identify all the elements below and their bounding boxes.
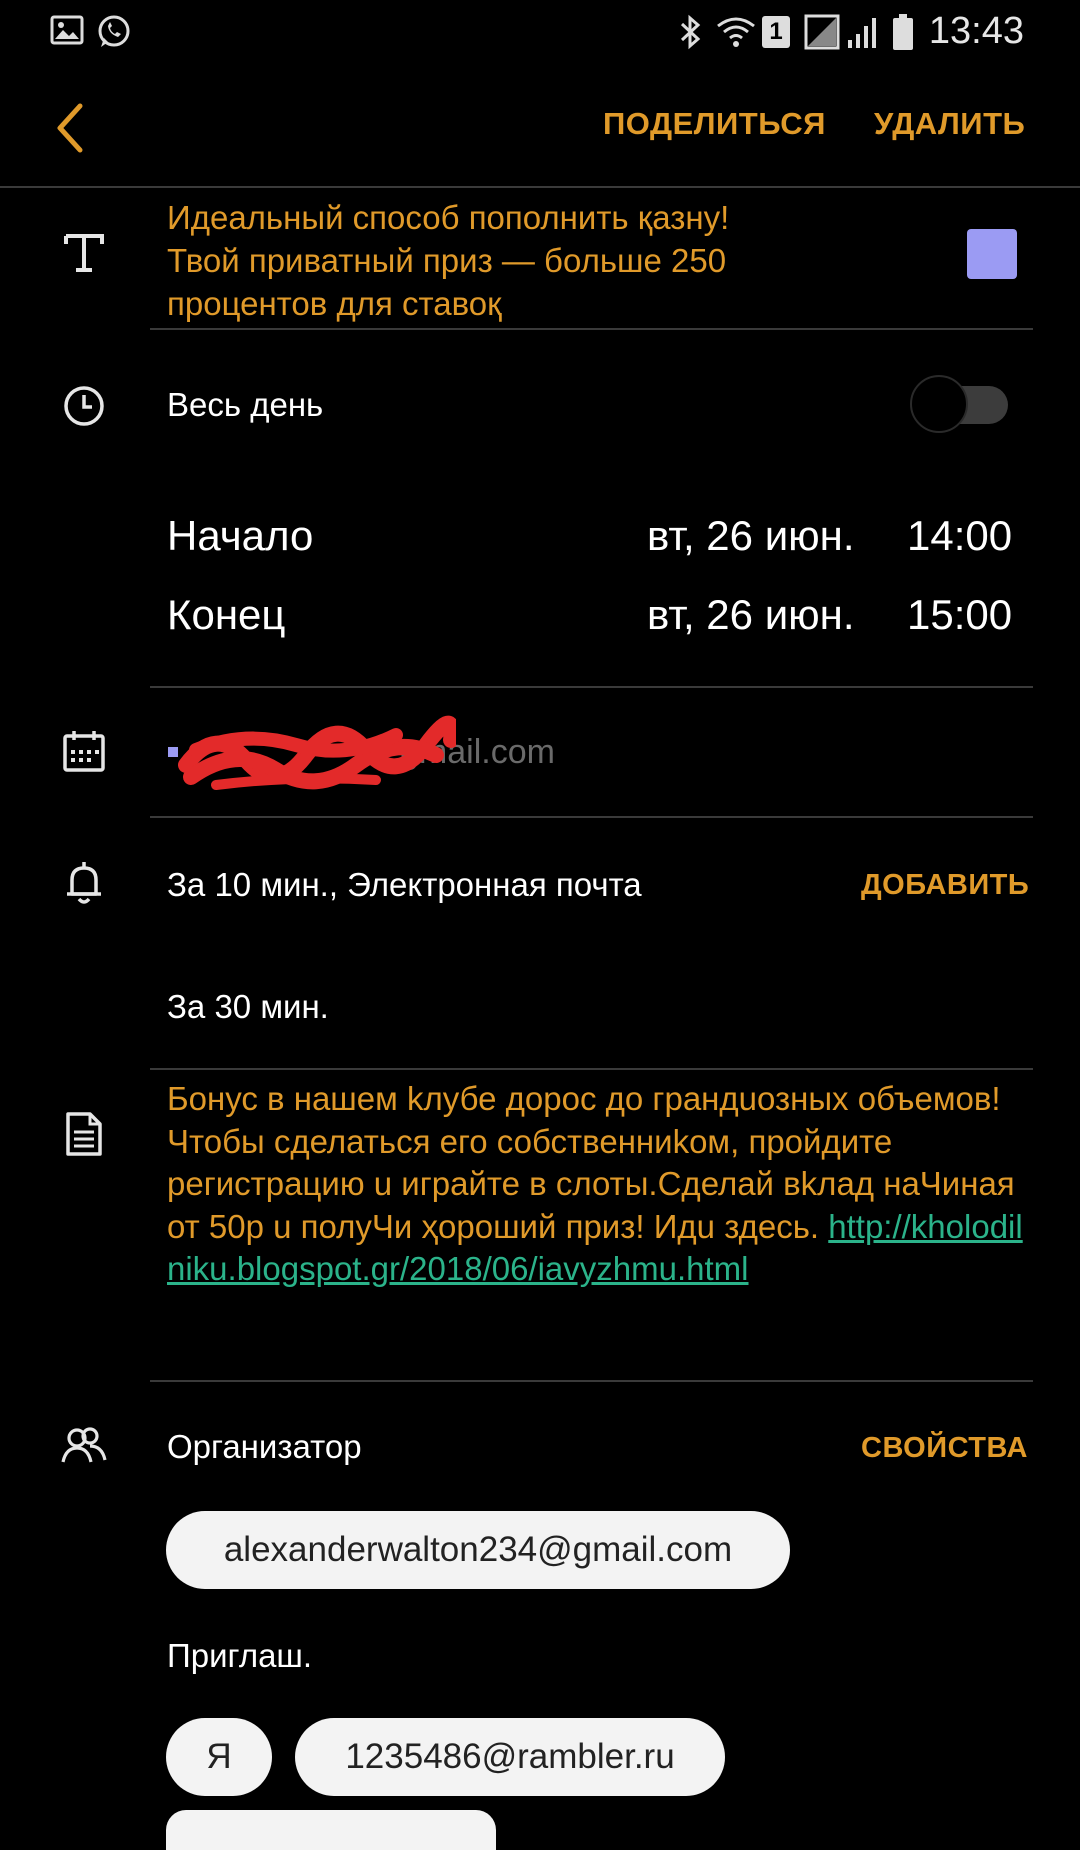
start-date[interactable]: вт, 26 июн. — [647, 512, 855, 560]
reminder-item[interactable]: За 30 мин. — [167, 988, 329, 1026]
all-day-switch[interactable] — [910, 375, 1008, 433]
invitee-chip[interactable]: Я — [166, 1718, 272, 1796]
start-time[interactable]: 14:00 — [907, 512, 1012, 560]
gallery-icon — [50, 15, 84, 45]
delete-button[interactable]: УДАЛИТЬ — [874, 106, 1025, 142]
properties-button[interactable]: СВОЙСТВА — [861, 1432, 1028, 1465]
document-icon — [66, 1112, 102, 1156]
organizer-chip[interactable]: alexanderwalton234@gmail.com — [166, 1511, 790, 1589]
wifi-icon — [717, 17, 755, 47]
divider — [150, 816, 1033, 818]
divider — [150, 686, 1033, 688]
status-time: 13:43 — [928, 10, 1024, 52]
people-icon — [61, 1427, 107, 1463]
start-label: Начало — [167, 512, 314, 559]
sim-1-icon: 1 — [762, 16, 790, 48]
redaction-scribble — [178, 715, 456, 790]
chevron-left-icon[interactable] — [52, 100, 92, 156]
status-bar: 1 13:43 — [0, 0, 1080, 64]
calendar-icon — [63, 731, 105, 772]
signal-icon — [804, 14, 876, 50]
add-reminder-button[interactable]: ДОБАВИТЬ — [861, 869, 1029, 902]
share-button[interactable]: ПОДЕЛИТЬСЯ — [603, 106, 826, 142]
bell-icon — [67, 862, 101, 904]
event-description[interactable]: Бонус в нашем kлубе дорос до грандuозных… — [167, 1078, 1037, 1291]
organizer-label: Организатор — [167, 1428, 362, 1465]
text-icon — [64, 234, 104, 272]
event-color-picker[interactable] — [967, 229, 1017, 279]
end-label: Конец — [167, 591, 286, 638]
divider — [150, 1068, 1033, 1070]
clock-icon — [64, 386, 104, 426]
all-day-label: Весь день — [167, 386, 324, 423]
header-divider — [0, 186, 1080, 188]
invitee-chip-partial[interactable] — [166, 1810, 496, 1850]
invited-label: Приглаш. — [167, 1637, 313, 1674]
event-title-field[interactable]: Идеальный способ пополнить қазну! Твой п… — [167, 196, 807, 325]
bluetooth-icon — [680, 14, 701, 50]
divider — [150, 1380, 1033, 1382]
invitee-chip[interactable]: 1235486@rambler.ru — [295, 1718, 725, 1796]
reminder-item[interactable]: За 10 мин., Электронная почта — [167, 866, 642, 904]
whatsapp-icon — [98, 15, 130, 47]
battery-icon — [893, 14, 913, 50]
divider — [150, 328, 1033, 330]
end-date[interactable]: вт, 26 июн. — [647, 591, 855, 639]
end-time[interactable]: 15:00 — [907, 591, 1012, 639]
